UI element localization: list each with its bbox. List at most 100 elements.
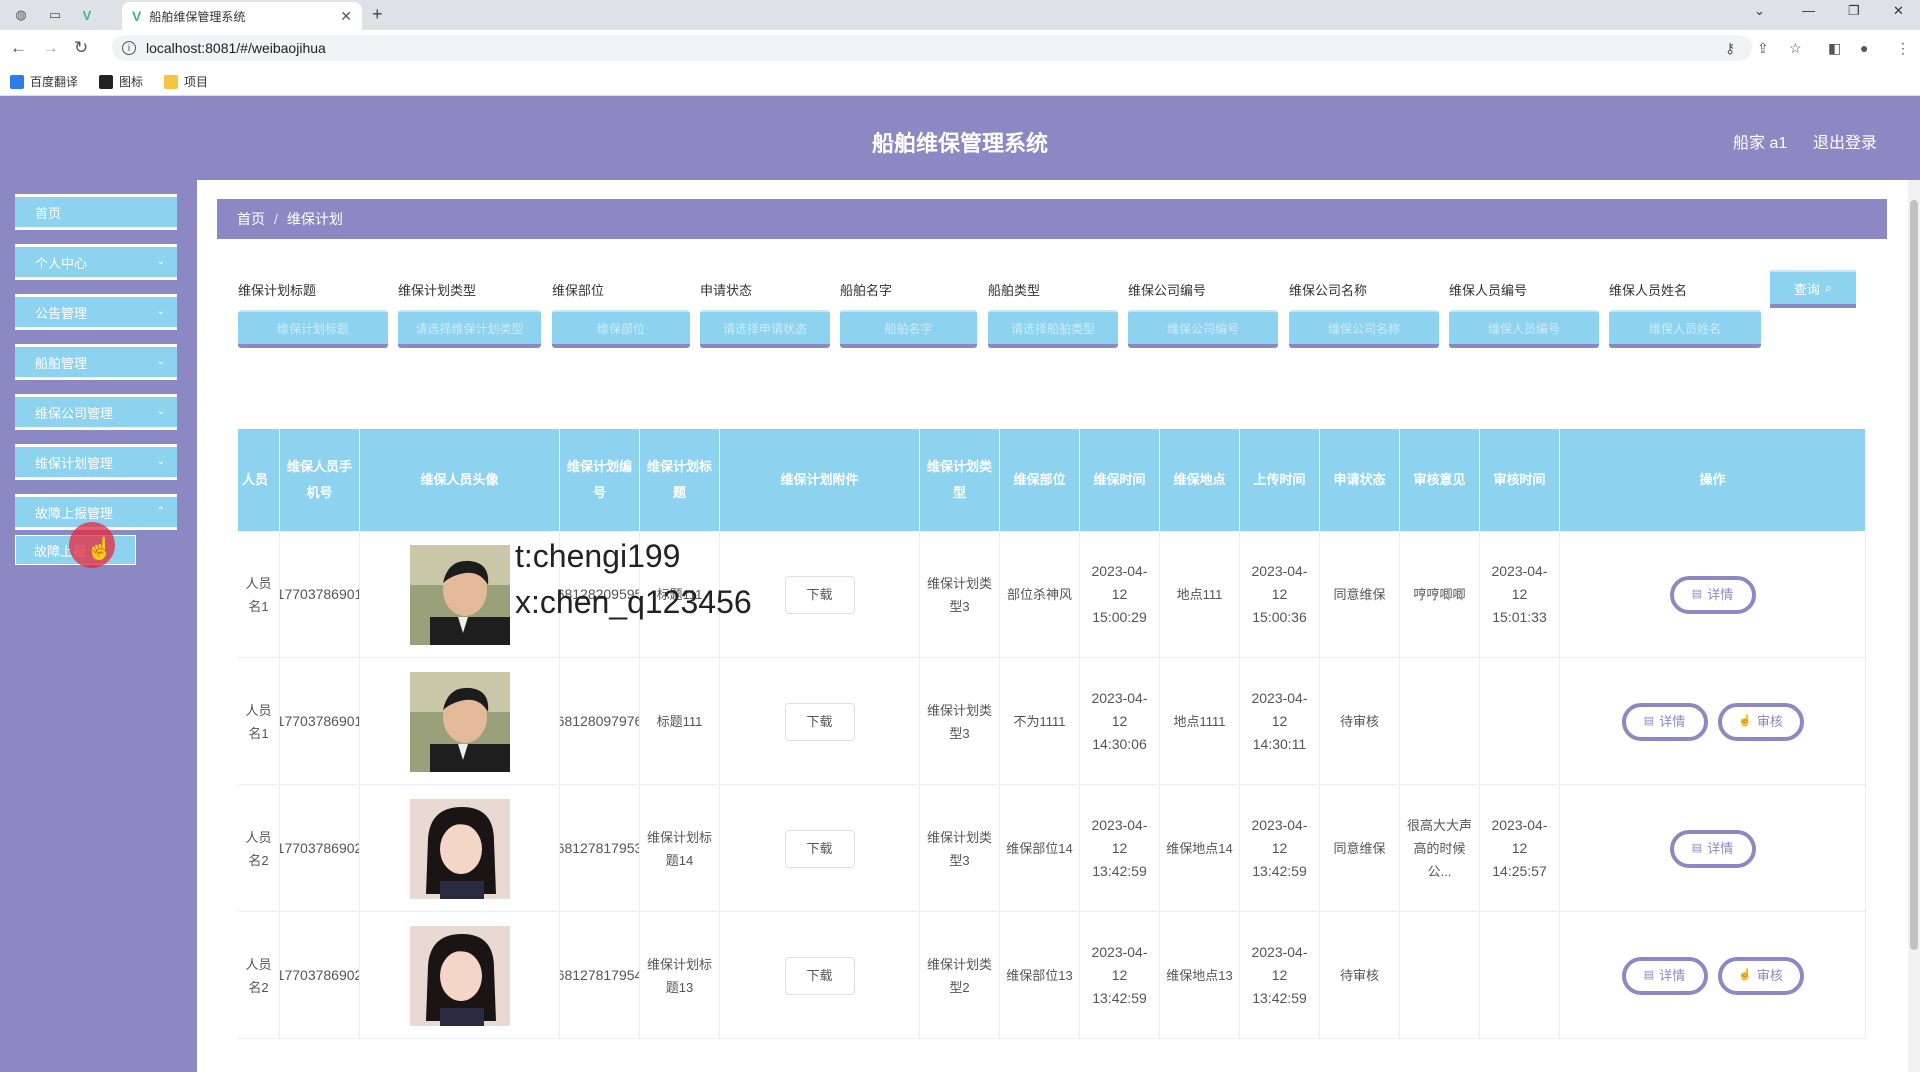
filter-input[interactable]: 维保计划标题 — [238, 310, 388, 348]
column-header[interactable]: 维保地点 — [1160, 429, 1240, 531]
vue-tab-icon[interactable]: V — [74, 4, 100, 26]
filter-label: 维保人员姓名 — [1609, 283, 1688, 298]
audit-label: 审核 — [1756, 968, 1783, 983]
detail-button[interactable]: ▤ 详情 — [1621, 702, 1708, 741]
audit-button[interactable]: ☝ 审核 — [1717, 702, 1804, 741]
sidebar-item-companies[interactable]: 维保公司管理 ⌄ — [15, 394, 177, 430]
breadcrumb-current: 维保计划 — [286, 211, 343, 227]
sidebar-item-notice[interactable]: 公告管理 ⌄ — [15, 294, 177, 330]
column-header[interactable]: 人员 — [238, 429, 280, 531]
detail-button[interactable]: ▤ 详情 — [1621, 956, 1708, 995]
scrollbar-thumb[interactable] — [1910, 200, 1918, 950]
back-icon[interactable]: ← — [10, 38, 27, 58]
cell-type: 维保计划类型3 — [920, 785, 1000, 912]
cell-status: 同意维保 — [1320, 531, 1400, 658]
sidebar-item-plans[interactable]: 维保计划管理 ⌄ — [15, 444, 177, 480]
cell-name: 人员名2 — [238, 785, 280, 912]
column-header[interactable]: 维保时间 — [1080, 429, 1160, 531]
download-button[interactable]: 下载 — [784, 702, 855, 741]
tab-blank[interactable]: ▭ — [42, 4, 68, 26]
filter-input[interactable]: 请选择船舶类型 — [988, 310, 1118, 348]
filter-input[interactable]: 船舶名字 — [840, 310, 977, 348]
sidebar-item-ships[interactable]: 船舶管理 ⌄ — [15, 344, 177, 380]
globe-icon[interactable]: ◍ — [8, 4, 34, 26]
filter-input[interactable]: 维保人员编号 — [1449, 310, 1599, 348]
chevron-down-icon[interactable]: ⌄ — [1754, 3, 1765, 19]
bookmark-project[interactable]: 项目 — [164, 73, 208, 90]
filter-input[interactable]: 维保部位 — [552, 310, 690, 348]
download-button[interactable]: 下载 — [784, 956, 855, 995]
audit-button[interactable]: ☝ 审核 — [1717, 956, 1804, 995]
column-header[interactable]: 维保人员手机号 — [280, 429, 360, 531]
column-header[interactable]: 维保计划类型 — [920, 429, 1000, 531]
cell-time: 2023-04-12 15:00:29 — [1080, 531, 1160, 658]
column-header[interactable]: 维保人员头像 — [360, 429, 560, 531]
filter-input[interactable]: 维保公司名称 — [1289, 310, 1439, 348]
column-header[interactable]: 维保部位 — [1000, 429, 1080, 531]
cell-audit-time: 2023-04-12 14:25:57 — [1480, 785, 1560, 912]
cell-part: 维保部位14 — [1000, 785, 1080, 912]
column-header[interactable]: 维保计划附件 — [720, 429, 920, 531]
cell-place: 地点111 — [1160, 531, 1240, 658]
logout-link[interactable]: 退出登录 — [1813, 129, 1877, 153]
query-button[interactable]: 查询 ⌕ — [1770, 270, 1856, 308]
column-header[interactable]: 申请状态 — [1320, 429, 1400, 531]
download-button[interactable]: 下载 — [784, 575, 855, 614]
filter-input[interactable]: 维保公司编号 — [1128, 310, 1278, 348]
cell-actions: ▤ 详情 — [1560, 531, 1866, 658]
close-icon[interactable]: ✕ — [340, 8, 352, 25]
column-header[interactable]: 维保计划编号 — [560, 429, 640, 531]
chevron-down-icon: ⌄ — [156, 456, 165, 467]
new-tab-button[interactable]: + — [372, 4, 383, 25]
download-button[interactable]: 下载 — [784, 829, 855, 868]
tab-active[interactable]: V 船舶维保管理系统 ✕ — [122, 2, 362, 30]
restore-icon[interactable]: ❐ — [1848, 3, 1860, 19]
column-header[interactable]: 上传时间 — [1240, 429, 1320, 531]
detail-button[interactable]: ▤ 详情 — [1669, 575, 1756, 614]
column-header[interactable]: 操作 — [1560, 429, 1866, 531]
cell-actions: ▤ 详情 ☝ 审核 — [1560, 912, 1866, 1039]
profile-icon[interactable]: ● — [1860, 40, 1868, 56]
filter-input[interactable]: 维保人员姓名 — [1609, 310, 1761, 348]
info-icon[interactable]: i — [122, 41, 136, 55]
more-icon[interactable]: ⋮ — [1896, 40, 1910, 57]
bookmark-icons[interactable]: 图标 — [99, 73, 143, 90]
reload-icon[interactable]: ↻ — [74, 38, 88, 58]
sidebar-item-home[interactable]: 首页 — [15, 194, 177, 230]
forward-icon[interactable]: → — [42, 38, 59, 58]
sidebar-item-label: 故障上报管理 — [35, 505, 114, 521]
cell-code: 1681280979768 — [560, 658, 640, 785]
filter-input[interactable]: 请选择维保计划类型 — [398, 310, 541, 348]
minimize-icon[interactable]: — — [1802, 3, 1815, 18]
cell-upload: 2023-04-12 13:42:59 — [1240, 912, 1320, 1039]
document-icon: ▤ — [1691, 588, 1703, 600]
breadcrumb-separator: / — [274, 211, 278, 227]
cell-name: 人员名1 — [238, 658, 280, 785]
column-header[interactable]: 审核意见 — [1400, 429, 1480, 531]
breadcrumb-home[interactable]: 首页 — [237, 209, 265, 229]
sidepanel-icon[interactable]: ◧ — [1828, 40, 1841, 57]
cell-upload: 2023-04-12 14:30:11 — [1240, 658, 1320, 785]
bookmark-translate[interactable]: 百度翻译 — [10, 73, 78, 90]
bookmark-label: 百度翻译 — [30, 75, 79, 89]
url-input[interactable]: i localhost:8081/#/weibaojihua — [112, 35, 1752, 61]
cell-upload: 2023-04-12 13:42:59 — [1240, 785, 1320, 912]
filter-input[interactable]: 请选择申请状态 — [700, 310, 830, 348]
detail-button[interactable]: ▤ 详情 — [1669, 829, 1756, 868]
sidebar: 首页 个人中心 ⌄ 公告管理 ⌄ 船舶管理 ⌄ 维保公司管理 ⌄ 维保计划管理 ⌄ 故障上… — [0, 180, 197, 1072]
table-row: 人员名217703786902 1681278179536维保计划标题14 维保计划… — [238, 785, 1866, 912]
search-icon: ⌕ — [1824, 280, 1833, 295]
cell-type: 维保计划类型3 — [920, 658, 1000, 785]
column-header[interactable]: 维保计划标题 — [640, 429, 720, 531]
document-icon: ▤ — [1691, 842, 1703, 854]
sidebar-item-profile[interactable]: 个人中心 ⌄ — [15, 244, 177, 280]
window-close-icon[interactable]: ✕ — [1893, 3, 1904, 19]
share-icon[interactable]: ⇪ — [1757, 40, 1769, 57]
filter-label: 维保人员编号 — [1449, 283, 1528, 298]
star-icon[interactable]: ☆ — [1789, 40, 1802, 57]
page-scrollbar[interactable] — [1908, 180, 1920, 1072]
avatar — [409, 544, 510, 645]
column-header[interactable]: 审核时间 — [1480, 429, 1560, 531]
filter-label: 维保计划标题 — [238, 283, 317, 298]
key-icon[interactable]: ⚷ — [1725, 40, 1735, 57]
